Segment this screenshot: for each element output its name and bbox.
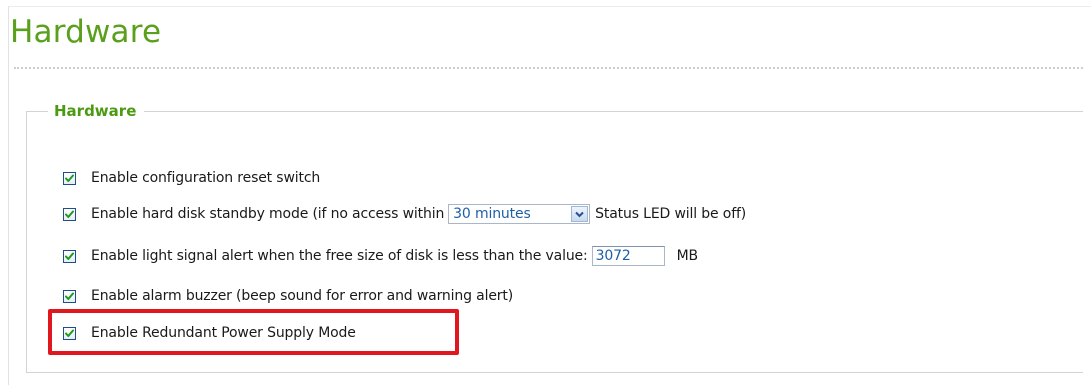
standby-time-value: 30 minutes <box>453 206 531 222</box>
checkmark-icon <box>65 210 74 218</box>
option-hdd-standby: Enable hard disk standby mode (if no acc… <box>63 204 746 224</box>
checkmark-icon <box>65 292 74 300</box>
config-reset-label: Enable configuration reset switch <box>91 170 321 186</box>
title-divider <box>14 67 1083 69</box>
fieldset-legend: Hardware <box>48 102 145 120</box>
light-signal-label: Enable light signal alert when the free … <box>91 248 588 264</box>
chevron-down-icon[interactable] <box>571 206 589 222</box>
alarm-buzzer-checkbox[interactable] <box>63 289 76 303</box>
page-title: Hardware <box>10 14 162 50</box>
light-signal-checkbox[interactable] <box>63 249 76 263</box>
checkmark-icon <box>65 174 74 182</box>
hdd-standby-label: Enable hard disk standby mode (if no acc… <box>91 206 445 222</box>
standby-time-select[interactable]: 30 minutes <box>448 204 591 224</box>
status-led-label: Status LED will be off) <box>595 206 747 222</box>
checkmark-icon <box>65 252 74 260</box>
highlight-box <box>48 309 459 355</box>
alarm-buzzer-label: Enable alarm buzzer (beep sound for erro… <box>91 288 514 304</box>
free-size-unit: MB <box>676 248 699 264</box>
option-alarm-buzzer: Enable alarm buzzer (beep sound for erro… <box>63 286 513 306</box>
free-size-input[interactable]: 3072 <box>591 246 665 266</box>
config-reset-checkbox[interactable] <box>63 171 76 185</box>
option-light-signal-alert: Enable light signal alert when the free … <box>63 246 698 266</box>
option-config-reset-switch: Enable configuration reset switch <box>63 168 320 188</box>
hdd-standby-checkbox[interactable] <box>63 207 76 221</box>
